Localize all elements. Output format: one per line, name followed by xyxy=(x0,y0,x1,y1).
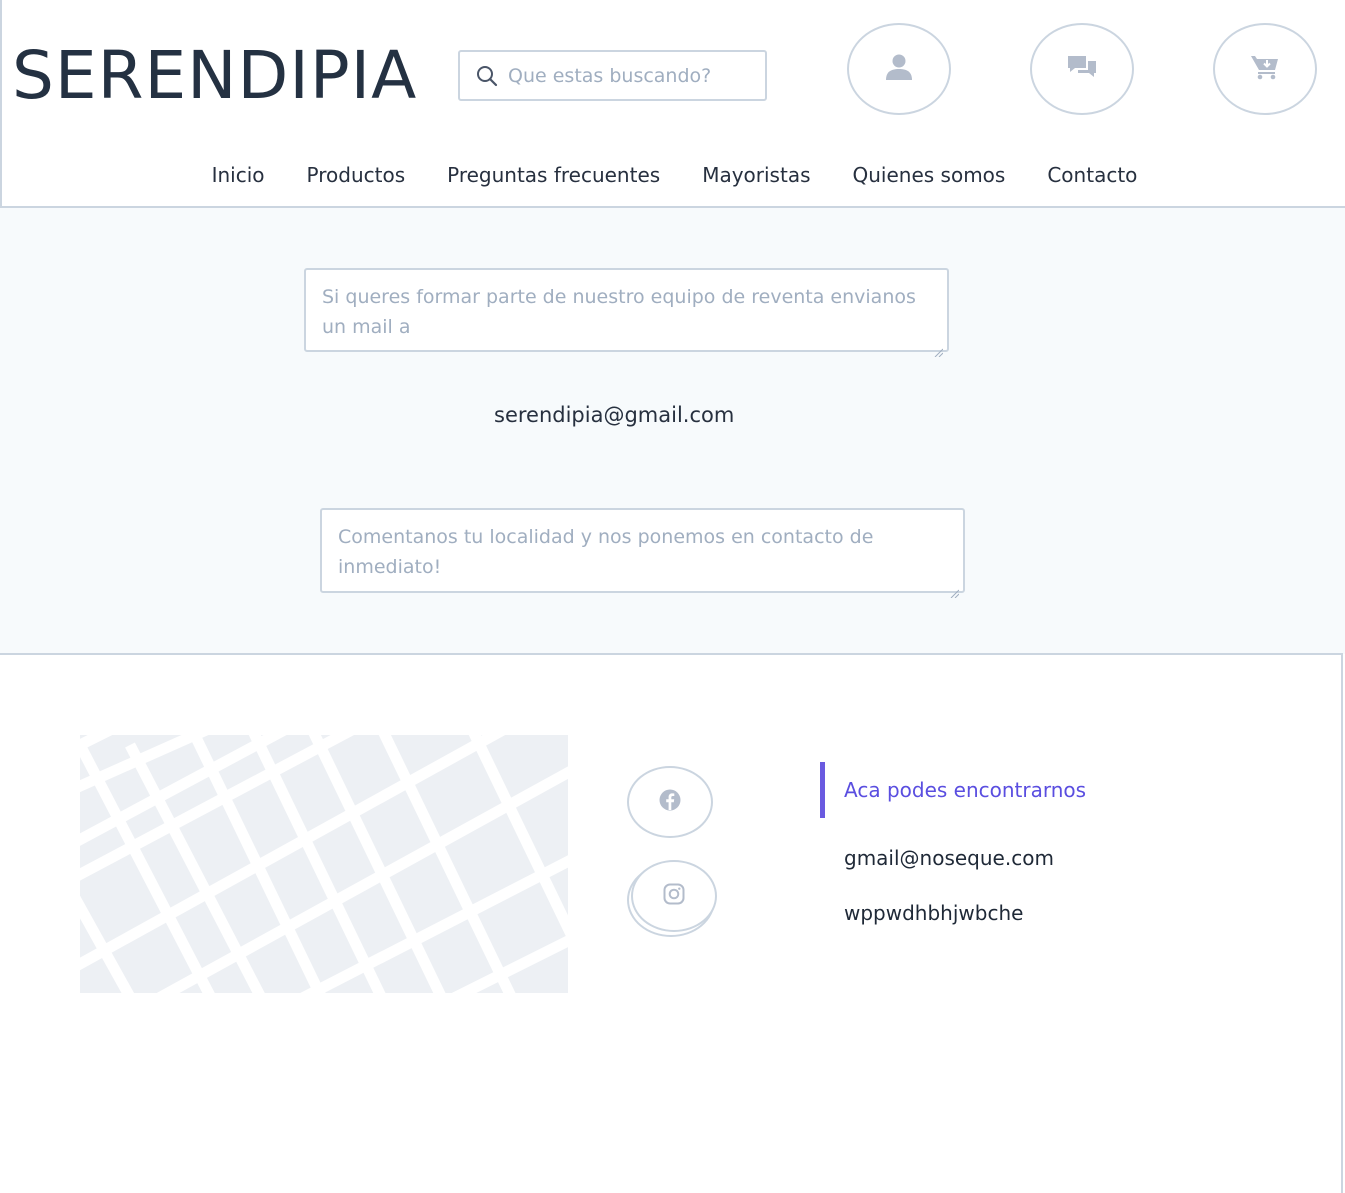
chat-button[interactable] xyxy=(1030,23,1134,115)
user-icon xyxy=(884,52,914,86)
site-footer: Aca podes encontrarnos gmail@noseque.com… xyxy=(0,653,1343,1193)
nav-item-quienes-somos[interactable]: Quienes somos xyxy=(832,158,1027,192)
search-input[interactable] xyxy=(508,64,748,87)
search-icon xyxy=(476,65,498,87)
nav-item-inicio[interactable]: Inicio xyxy=(191,158,286,192)
main-nav: Inicio Productos Preguntas frecuentes Ma… xyxy=(2,158,1345,192)
nav-item-productos[interactable]: Productos xyxy=(286,158,427,192)
nav-item-contacto[interactable]: Contacto xyxy=(1026,158,1158,192)
account-button[interactable] xyxy=(847,23,951,115)
contact-email[interactable]: gmail@noseque.com xyxy=(820,843,1086,873)
instagram-icon xyxy=(663,883,685,909)
contact-email-text: serendipia@gmail.com xyxy=(494,403,735,427)
facebook-icon xyxy=(659,789,681,815)
reseller-textarea[interactable] xyxy=(322,282,931,338)
site-logo[interactable]: SERENDIPIA xyxy=(12,38,417,114)
cart-button[interactable] xyxy=(1213,23,1317,115)
facebook-button[interactable] xyxy=(627,766,713,838)
instagram-button[interactable] xyxy=(631,860,717,932)
chat-icon xyxy=(1066,53,1098,85)
resize-handle-icon[interactable] xyxy=(949,577,960,599)
locality-textarea-box[interactable] xyxy=(320,508,965,599)
nav-item-mayoristas[interactable]: Mayoristas xyxy=(681,158,831,192)
contact-other[interactable]: wppwdhbhjwbche xyxy=(820,898,1086,928)
main-content: serendipia@gmail.com xyxy=(0,208,1345,654)
nav-item-preguntas-frecuentes[interactable]: Preguntas frecuentes xyxy=(426,158,681,192)
search-box[interactable] xyxy=(458,50,767,101)
resize-handle-icon[interactable] xyxy=(933,336,944,358)
cart-icon xyxy=(1250,53,1280,85)
locality-textarea[interactable] xyxy=(338,522,947,579)
contact-title: Aca podes encontrarnos xyxy=(820,762,1086,818)
site-header: SERENDIPIA Que estas buscando? Inicio Pr… xyxy=(0,0,1345,208)
reseller-textarea-box[interactable] xyxy=(304,268,949,358)
map-placeholder[interactable] xyxy=(80,735,568,993)
contact-info: Aca podes encontrarnos gmail@noseque.com… xyxy=(820,762,1086,928)
